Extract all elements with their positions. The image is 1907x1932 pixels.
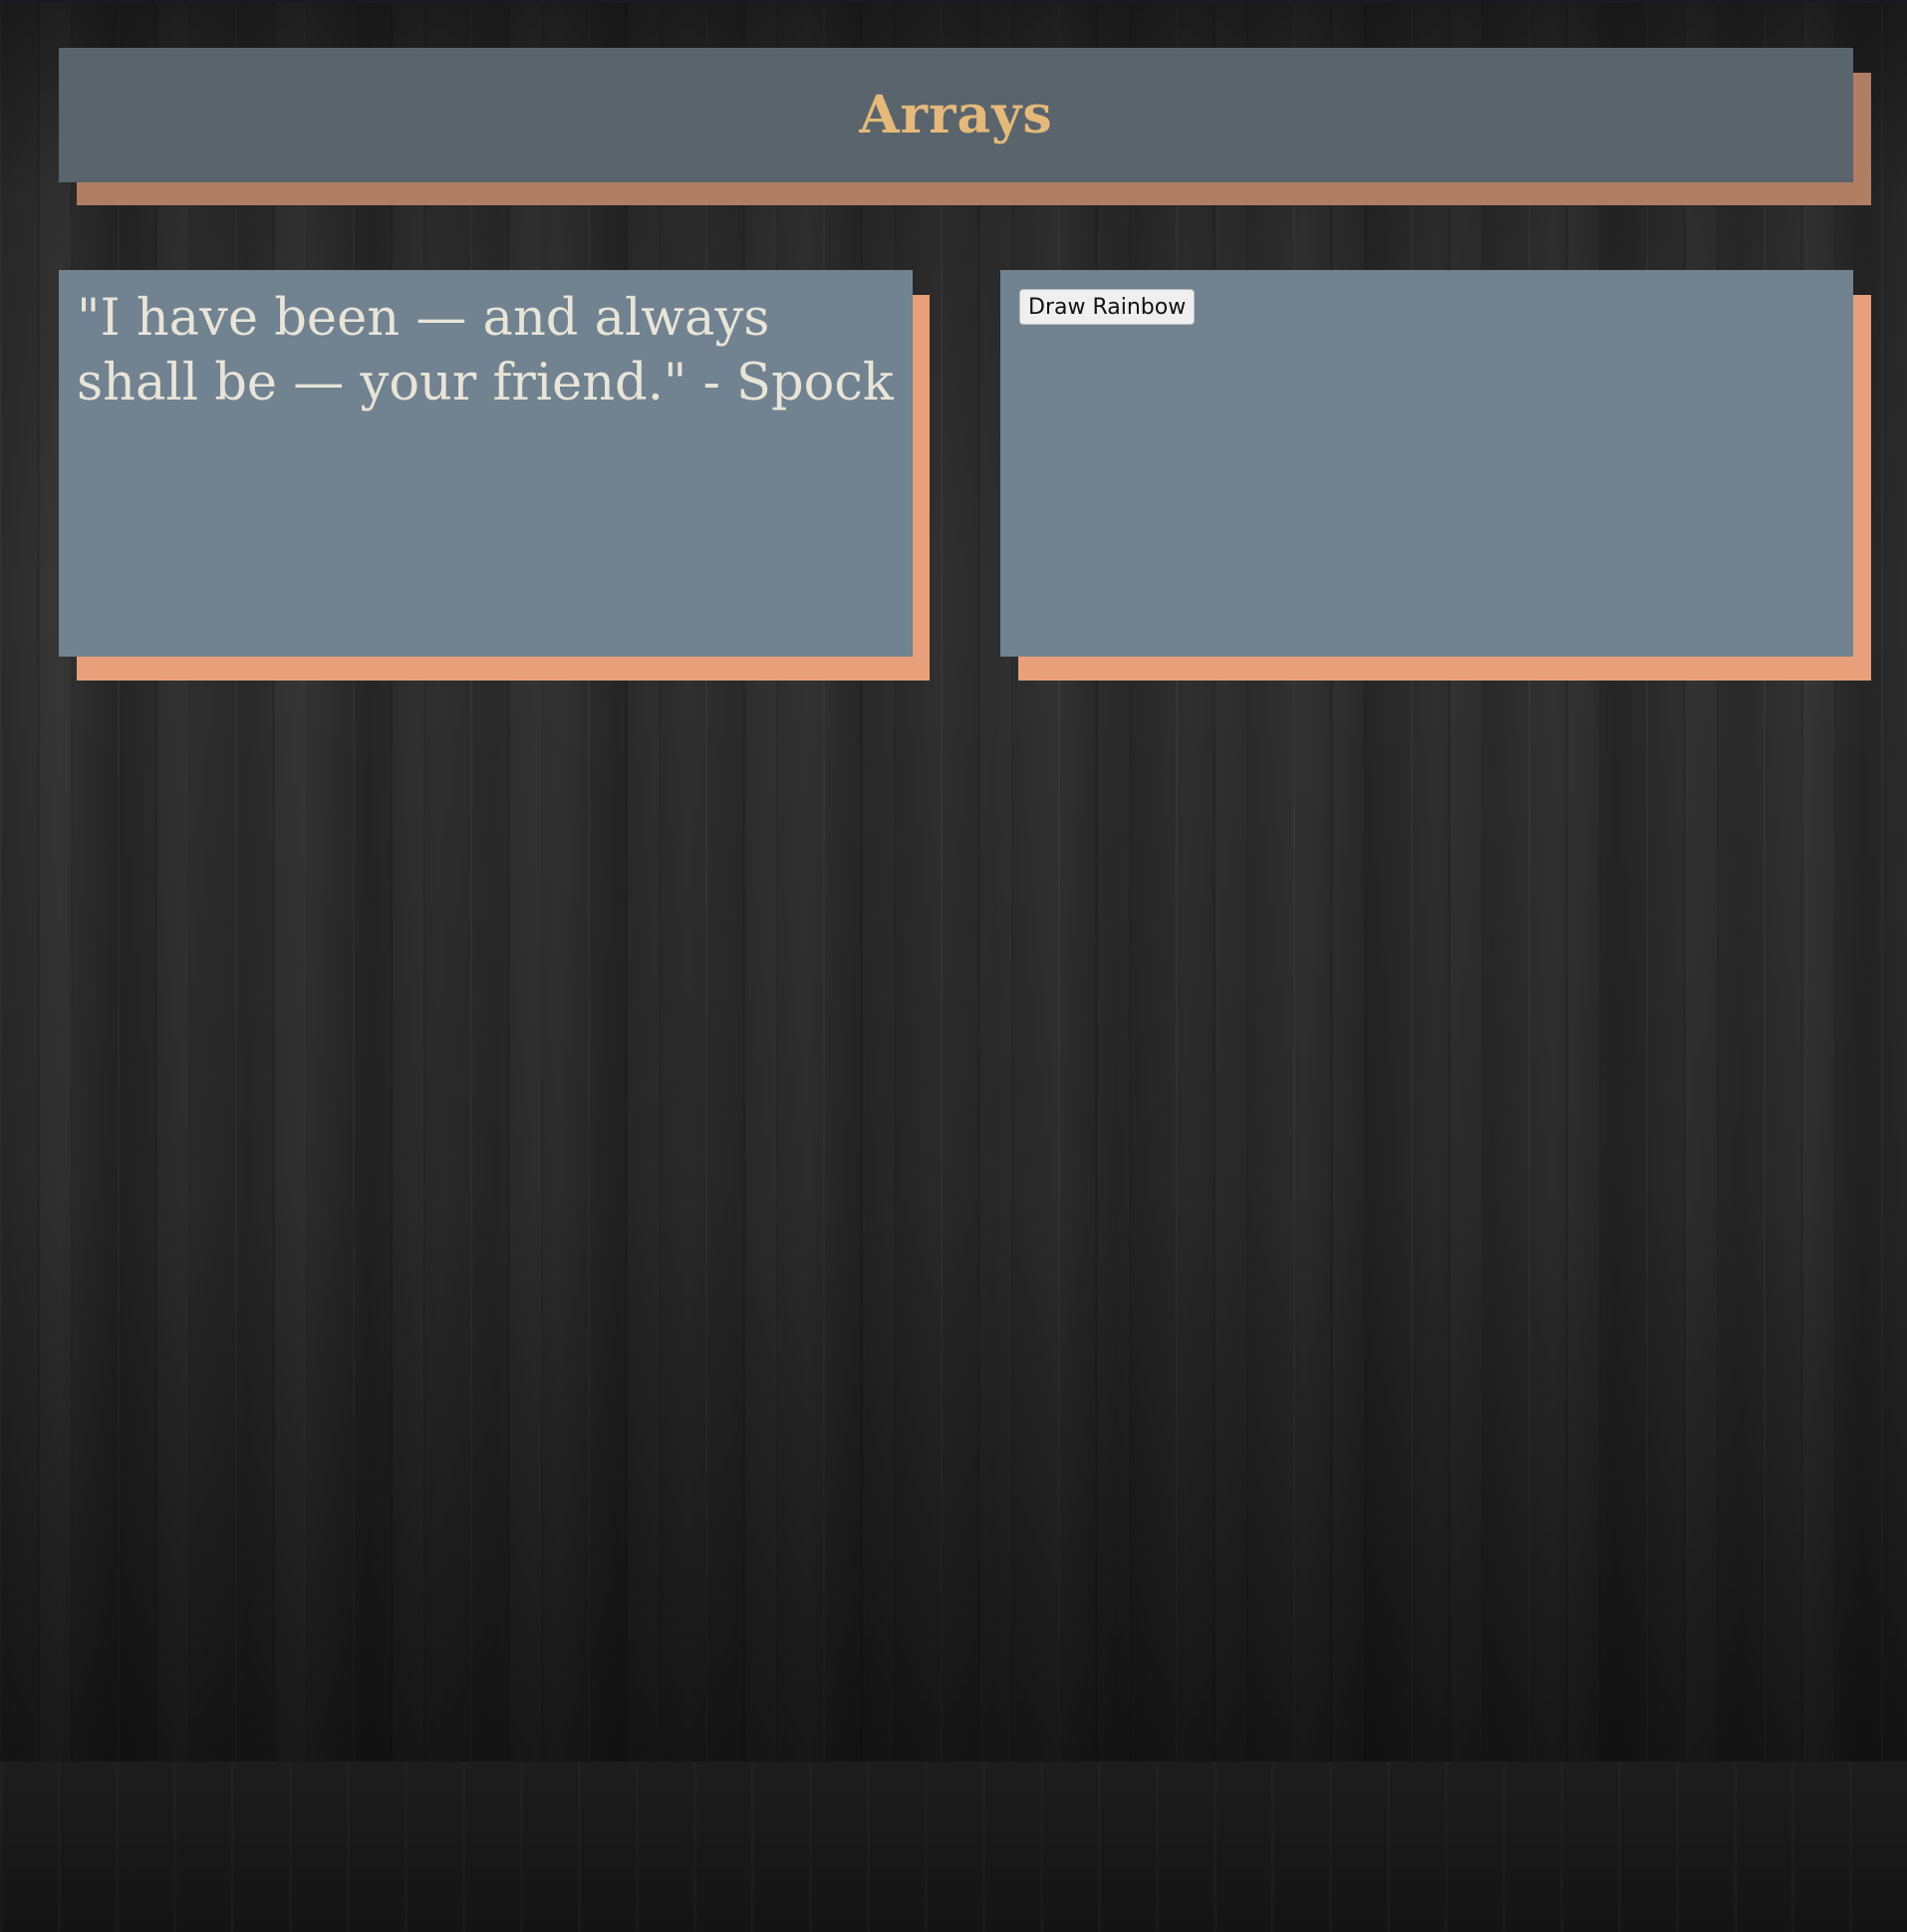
page-title: Arrays [859, 85, 1053, 145]
quote-card: "I have been — and always shall be — you… [59, 270, 913, 657]
page-header: Arrays [59, 48, 1853, 182]
top-edge [0, 0, 1907, 3]
rainbow-card: Draw Rainbow [1000, 270, 1853, 657]
quote-text: "I have been — and always shall be — you… [77, 289, 894, 413]
floor-band [0, 1762, 1907, 1932]
draw-rainbow-button[interactable]: Draw Rainbow [1019, 289, 1196, 325]
